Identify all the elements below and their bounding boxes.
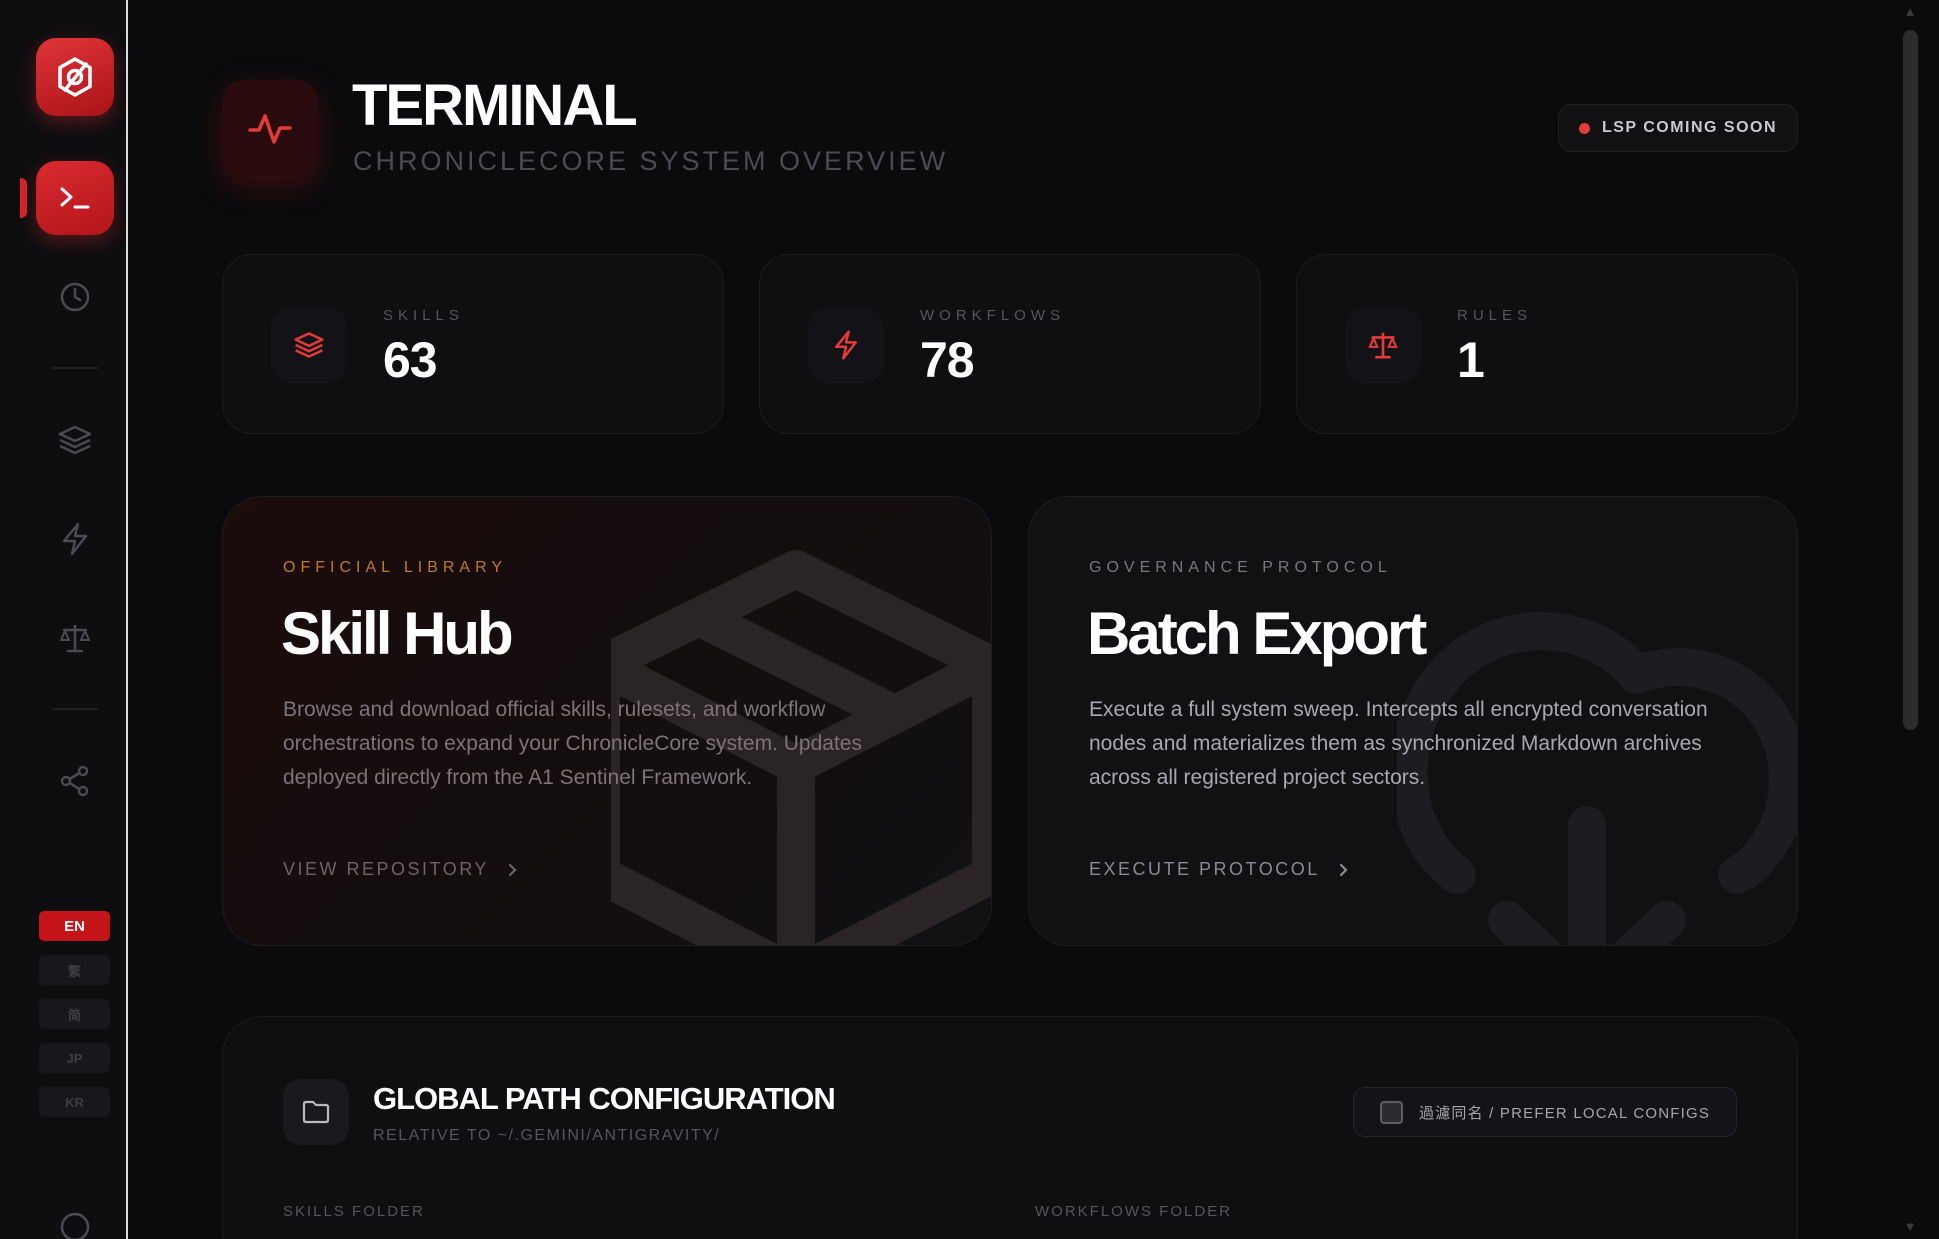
page-subtitle: CHRONICLECORE SYSTEM OVERVIEW [353, 146, 949, 176]
action-label: EXECUTE PROTOCOL [1089, 859, 1320, 879]
status-badge: LSP COMING SOON [1558, 104, 1798, 152]
header-icon-badge [222, 80, 318, 176]
scrollbar-track[interactable]: ▲ ▼ [1899, 0, 1921, 1239]
nav-rules[interactable] [36, 601, 114, 675]
lightning-icon [834, 330, 858, 360]
stat-label: WORKFLOWS [920, 307, 1065, 324]
app-logo-button[interactable] [36, 38, 114, 116]
nav-skills[interactable] [36, 403, 114, 477]
nav-help[interactable] [36, 1210, 114, 1239]
card-description: Execute a full system sweep. Intercepts … [1089, 698, 1708, 789]
card-eyebrow: GOVERNANCE PROTOCOL [1089, 559, 1392, 576]
clock-icon [60, 282, 90, 312]
sidebar: EN 繁 简 JP KR [0, 0, 128, 1239]
lang-zh-hans-button[interactable]: 简 [39, 999, 110, 1029]
execute-protocol-link[interactable]: EXECUTE PROTOCOL [1089, 859, 1350, 880]
skills-folder-label: SKILLS FOLDER [283, 1203, 425, 1220]
stat-label: RULES [1457, 307, 1533, 324]
card-description: Browse and download official skills, rul… [283, 698, 862, 789]
chevron-right-icon [508, 863, 517, 876]
main-content: TERMINAL CHRONICLECORE SYSTEM OVERVIEW L… [130, 0, 1890, 1239]
skill-hub-card[interactable]: OFFICIAL LIBRARY Skill Hub Browse and do… [222, 496, 992, 946]
scale-icon [1368, 332, 1398, 359]
active-nav-indicator [20, 178, 27, 218]
lang-zh-hant-button[interactable]: 繁 [39, 955, 110, 985]
card-title: Skill Hub [281, 600, 514, 667]
workflows-folder-label: WORKFLOWS FOLDER [1035, 1203, 1233, 1220]
terminal-icon [60, 187, 90, 209]
page-title: TERMINAL [352, 73, 638, 138]
stat-card-skills: SKILLS 63 [222, 254, 724, 434]
status-dot [1578, 122, 1590, 134]
view-repository-link[interactable]: VIEW REPOSITORY [283, 859, 519, 880]
chevron-right-icon [1339, 863, 1348, 876]
prefer-local-checkbox[interactable] [1380, 1100, 1403, 1124]
stat-value: 1 [1457, 332, 1485, 388]
stat-value: 63 [383, 332, 438, 388]
status-text: LSP COMING SOON [1601, 119, 1778, 136]
scrollbar-thumb[interactable] [1903, 30, 1918, 730]
nav-terminal[interactable] [36, 161, 114, 235]
share-icon [60, 765, 89, 797]
scrollbar[interactable]: ▲ ▼ [1890, 0, 1939, 1239]
stat-icon-badge [271, 307, 347, 383]
stat-icon-badge [1345, 307, 1421, 383]
stat-card-rules: RULES 1 [1296, 254, 1798, 434]
lightning-icon [62, 522, 88, 556]
stat-label: SKILLS [383, 307, 464, 324]
global-path-config-card: GLOBAL PATH CONFIGURATION RELATIVE TO ~/… [222, 1016, 1798, 1239]
folder-icon-badge [283, 1079, 349, 1145]
app-window: EN 繁 简 JP KR TERMINAL CHRONICLECORE SYST… [0, 0, 1939, 1239]
help-icon [60, 1212, 90, 1239]
section-subtitle: RELATIVE TO ~/.GEMINI/ANTIGRAVITY/ [373, 1127, 721, 1144]
lang-en-button[interactable]: EN [39, 911, 110, 941]
section-title: GLOBAL PATH CONFIGURATION [373, 1081, 836, 1116]
card-eyebrow: OFFICIAL LIBRARY [283, 559, 508, 576]
nav-share[interactable] [36, 744, 114, 818]
folder-icon [302, 1100, 330, 1124]
layers-icon [294, 332, 324, 358]
scroll-down-arrow[interactable]: ▼ [1902, 1219, 1918, 1235]
prefer-local-configs-toggle[interactable]: 過濾同名 / PREFER LOCAL CONFIGS [1353, 1087, 1737, 1137]
nav-history[interactable] [36, 260, 114, 334]
logo-icon [58, 57, 92, 97]
toggle-label: 過濾同名 / PREFER LOCAL CONFIGS [1419, 1104, 1711, 1122]
nav-divider [52, 367, 98, 369]
action-label: VIEW REPOSITORY [283, 859, 489, 879]
scroll-up-arrow[interactable]: ▲ [1902, 4, 1918, 20]
nav-workflows[interactable] [36, 502, 114, 576]
layers-icon [58, 425, 92, 455]
pulse-icon [248, 114, 292, 144]
batch-export-card[interactable]: GOVERNANCE PROTOCOL Batch Export Execute… [1028, 496, 1798, 946]
scale-icon [59, 625, 91, 653]
card-title: Batch Export [1087, 600, 1427, 667]
stat-card-workflows: WORKFLOWS 78 [759, 254, 1261, 434]
lang-kr-button[interactable]: KR [39, 1087, 110, 1117]
stat-value: 78 [920, 332, 975, 388]
stat-icon-badge [808, 307, 884, 383]
lang-jp-button[interactable]: JP [39, 1043, 110, 1073]
nav-divider [52, 708, 98, 710]
